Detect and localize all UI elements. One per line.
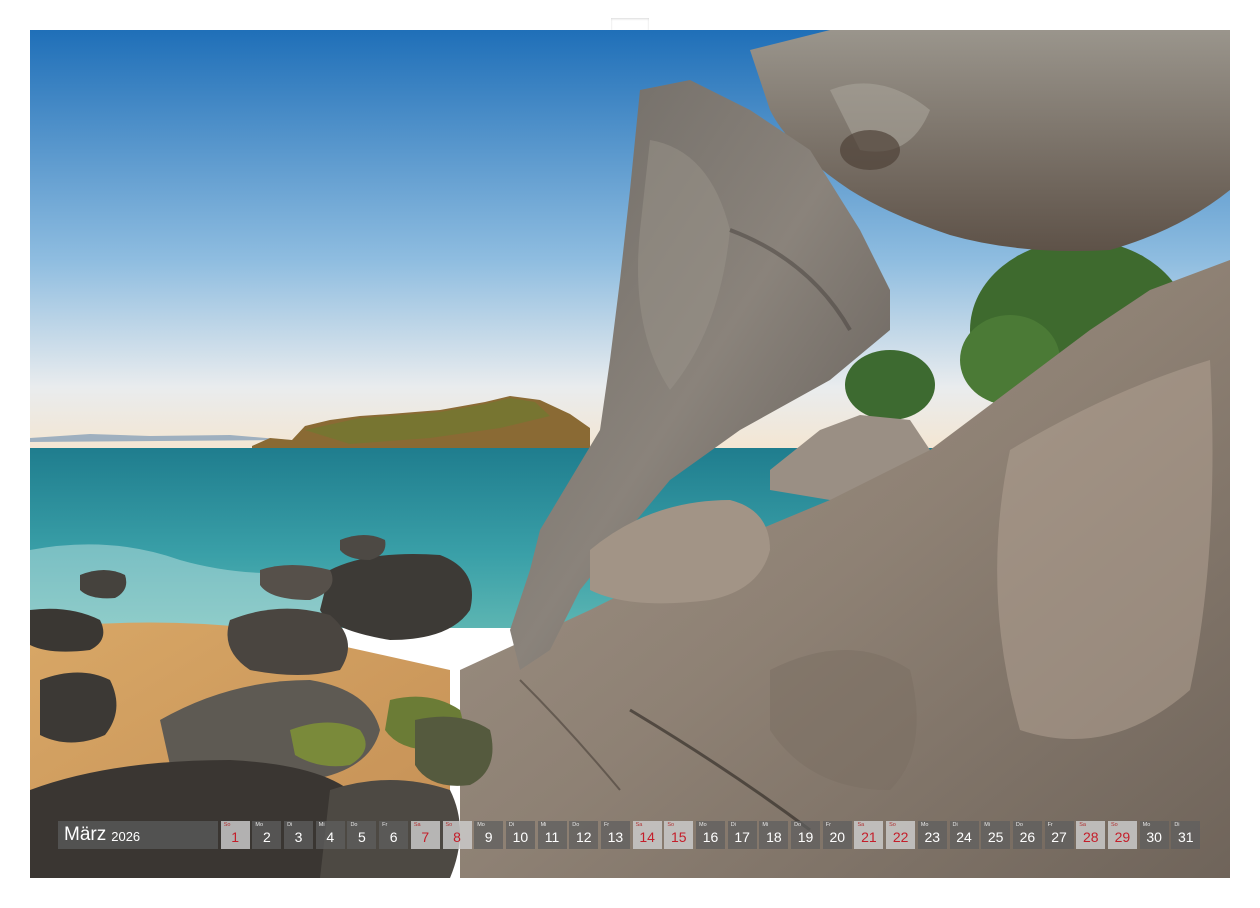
day-number: 14	[639, 829, 655, 845]
day-number: 15	[671, 829, 687, 845]
weekday-label: Mi	[984, 822, 990, 828]
day-number: 21	[861, 829, 877, 845]
weekday-label: Mo	[699, 822, 707, 828]
weekday-label: So	[667, 822, 675, 828]
day-number: 31	[1178, 829, 1194, 845]
day-cell: Sa 14	[632, 821, 662, 849]
day-cell: Di 24	[949, 821, 979, 849]
day-cell: So 15	[664, 821, 694, 849]
weekday-label: Sa	[413, 822, 421, 828]
day-number: 29	[1114, 829, 1131, 845]
weekday-label: Di	[730, 822, 736, 828]
weekday-label: Di	[287, 822, 293, 828]
weekday-label: So	[889, 822, 896, 828]
weekday-label: Di	[508, 822, 515, 828]
day-number: 5	[358, 829, 366, 845]
day-cell: Mo 23	[917, 821, 947, 849]
day-number: 22	[892, 829, 909, 845]
day-number: 9	[484, 829, 493, 845]
day-number: 18	[766, 829, 782, 845]
day-number: 23	[924, 829, 941, 845]
day-number: 11	[544, 829, 560, 845]
day-number: 1	[231, 829, 240, 845]
day-cell: Mi 11	[537, 821, 567, 849]
day-number: 20	[829, 829, 846, 845]
day-cell: Sa 21	[854, 821, 884, 849]
month-name: März	[64, 824, 107, 845]
day-number: 24	[956, 829, 972, 845]
day-number: 3	[294, 829, 303, 845]
day-number: 30	[1146, 829, 1162, 845]
day-cell: Mi 18	[759, 821, 789, 849]
weekday-label: Fr	[825, 822, 831, 828]
day-cells: So 1 Mo 2 Di 3 Mi 4 Do 5 Fr 6 Sa 7 So 8 Mo 9 Di 10 Mi 11 Do 12 F…	[218, 821, 1201, 849]
day-cell: Fr 6	[379, 821, 409, 849]
day-number: 12	[575, 829, 592, 845]
day-cell: Mo 30	[1139, 821, 1169, 849]
month-label: März 2026	[58, 821, 218, 849]
day-cell: So 29	[1107, 821, 1137, 849]
day-number: 8	[453, 829, 461, 845]
day-cell: Mo 16	[696, 821, 725, 849]
day-number: 10	[512, 829, 529, 845]
weekday-label: Do	[1015, 822, 1023, 828]
day-number: 6	[389, 829, 398, 845]
day-cell: Di 10	[505, 821, 535, 849]
day-cell: Di 31	[1171, 821, 1201, 849]
weekday-label: So	[445, 822, 453, 828]
day-cell: Di 17	[727, 821, 757, 849]
landscape-photo	[30, 30, 1230, 878]
weekday-label: Fr	[603, 822, 610, 828]
day-cell: Mi 4	[315, 821, 345, 849]
day-cell: Do 19	[791, 821, 821, 849]
day-number: 25	[987, 829, 1004, 845]
weekday-label: Fr	[1047, 822, 1053, 828]
weekday-label: Mi	[540, 822, 547, 828]
weekday-label: Mo	[477, 822, 485, 828]
day-cell: Do 5	[347, 821, 377, 849]
day-cell: Sa 7	[410, 821, 440, 849]
day-number: 4	[326, 829, 335, 845]
calendar-month-bar: März 2026 So 1 Mo 2 Di 3 Mi 4 Do 5 Fr 6 Sa 7 So 8 Mo 9 Di 1…	[58, 821, 1201, 849]
weekday-label: Di	[1174, 822, 1180, 828]
day-cell: So 8	[442, 821, 472, 849]
weekday-label: Mo	[255, 822, 264, 828]
day-cell: Mo 9	[474, 821, 504, 849]
day-cell: Mo 2	[252, 821, 282, 849]
day-number: 13	[607, 829, 624, 845]
weekday-label: So	[1110, 822, 1118, 828]
weekday-label: Mo	[1142, 822, 1151, 828]
weekday-label: Do	[350, 822, 358, 828]
day-number: 16	[702, 829, 719, 845]
day-number: 2	[262, 829, 271, 845]
day-number: 27	[1051, 829, 1067, 845]
weekday-label: Mi	[762, 822, 769, 828]
day-cell: Sa 28	[1076, 821, 1106, 849]
day-cell: So 22	[886, 821, 916, 849]
day-cell: Do 12	[569, 821, 599, 849]
weekday-label: So	[223, 822, 231, 828]
day-cell: Fr 27	[1044, 821, 1074, 849]
day-cell: So 1	[220, 821, 250, 849]
day-number: 28	[1082, 829, 1099, 845]
weekday-label: Do	[572, 822, 580, 828]
day-number: 26	[1019, 829, 1036, 845]
weekday-label: Mi	[318, 822, 325, 828]
weekday-label: Mo	[920, 822, 929, 828]
day-cell: Do 26	[1012, 821, 1042, 849]
weekday-label: Fr	[382, 822, 388, 828]
day-number: 19	[797, 829, 814, 845]
day-number: 7	[421, 829, 430, 845]
day-cell: Di 3	[284, 821, 314, 849]
day-cell: Fr 20	[822, 821, 852, 849]
weekday-label: Sa	[635, 822, 643, 828]
weekday-label: Sa	[857, 822, 865, 828]
day-number: 17	[734, 829, 750, 845]
day-cell: Fr 13	[600, 821, 630, 849]
weekday-label: Di	[952, 822, 958, 828]
weekday-label: Do	[794, 822, 802, 828]
weekday-label: Sa	[1079, 822, 1086, 828]
month-year: 2026	[111, 829, 141, 844]
day-cell: Mi 25	[981, 821, 1011, 849]
